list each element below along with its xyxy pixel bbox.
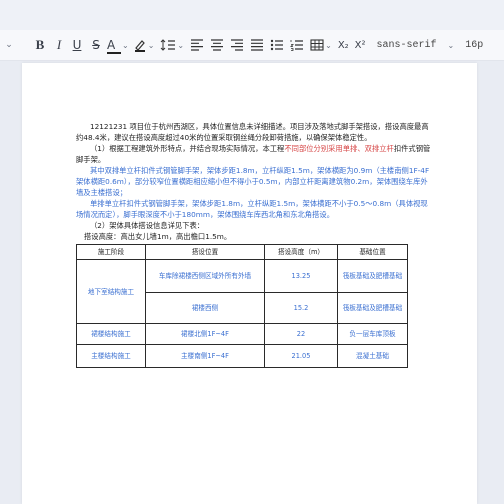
table-cell-stage: 地下室结构施工 (76, 259, 146, 324)
align-justify-button[interactable] (247, 34, 267, 56)
table-cell-base: 筏板基础及肥槽基础 (337, 292, 408, 324)
separator (18, 34, 30, 56)
chevron-down-icon: ⌄ (325, 40, 332, 50)
table-row: 主楼结构施工 主楼南侧1F~4F 21.05 混凝土基础 (76, 344, 408, 368)
italic-button[interactable]: I (50, 34, 68, 56)
scaffold-table: 施工阶段 搭设位置 搭设高度（m） 基础位置 地下室结构施工 车库除裙楼西侧区域… (76, 244, 408, 368)
table-header-row: 施工阶段 搭设位置 搭设高度（m） 基础位置 (76, 244, 408, 260)
table-cell-height: 15.2 (264, 292, 338, 324)
paragraph-height-note: 搭设高度：高出女儿墙1m，高出檐口1.5m。 (84, 232, 232, 241)
table-cell-stage: 主楼结构施工 (76, 344, 146, 368)
table-header-cell: 搭设高度（m） (264, 244, 338, 260)
font-color-icon: A (107, 38, 121, 54)
align-left-icon (191, 39, 204, 51)
align-center-icon (211, 39, 224, 51)
table-header-cell: 搭设位置 (145, 244, 265, 260)
chevron-down-icon: ⌄ (147, 40, 155, 50)
table-cell-height: 21.05 (264, 344, 338, 368)
table-cell-base: 负一层车库顶板 (337, 323, 408, 345)
underline-button[interactable]: U (68, 34, 86, 56)
table-row: 裙楼结构施工 裙楼北侧1F~4F 22 负一层车库顶板 (76, 323, 408, 345)
strikethrough-button[interactable]: S (86, 34, 106, 56)
table-cell-base: 混凝土基础 (337, 344, 408, 368)
paragraph-intro: 12121231 项目位于杭州西湖区，具体位置信息未详细描述。项目涉及落地式脚手… (76, 122, 429, 142)
align-center-button[interactable] (207, 34, 227, 56)
table-row: 地下室结构施工 车库除裙楼西侧区域外所有外墙 13.25 筏板基础及肥槽基础 (76, 259, 408, 324)
line-height-button[interactable]: ⌄ (157, 34, 187, 56)
table-cell-location: 车库除裙楼西侧区域外所有外墙 (145, 259, 265, 293)
align-left-button[interactable] (187, 34, 207, 56)
line-height-icon (161, 39, 176, 51)
table-cell-stage: 裙楼结构施工 (76, 323, 146, 345)
chevron-down-icon: ⌄ (122, 40, 129, 50)
table-button[interactable]: ⌄ (307, 34, 335, 56)
paragraph-table-intro: （2）架体具体搭设信息详见下表： (90, 221, 205, 230)
table-header-cell: 施工阶段 (76, 244, 146, 260)
numbered-list-icon (290, 40, 304, 51)
chevron-down-icon[interactable]: ⌄ (445, 34, 458, 56)
highlight-icon (134, 40, 145, 52)
font-color-button[interactable]: A ⌄ (106, 34, 130, 56)
align-right-button[interactable] (227, 34, 247, 56)
document-body[interactable]: 12121231 项目位于杭州西湖区，具体位置信息未详细描述。项目涉及落地式脚手… (76, 121, 431, 368)
align-right-icon (231, 39, 244, 51)
chevron-down-icon: ⌄ (177, 40, 185, 50)
paragraph-single-row: 单排单立杆扣件式钢管脚手架，架体步距1.8m，立杆纵距1.5m，架体横距不小于0… (76, 199, 428, 219)
table-cell-base: 筏板基础及肥槽基础 (337, 259, 408, 293)
align-justify-icon (251, 39, 264, 51)
highlight-button[interactable]: ⌄ (130, 34, 158, 56)
subscript-button[interactable]: X₂ (335, 34, 352, 56)
numbered-list-button[interactable] (287, 34, 307, 56)
table-cell-location: 裙楼北侧1F~4F (145, 323, 265, 345)
bullet-list-icon (270, 39, 284, 51)
paragraph-scaffold-type: （1）根据工程建筑外形特点，并结合现场实际情况，本工程不同部位分别采用单排、双排… (76, 143, 431, 165)
bold-button[interactable]: B (30, 34, 50, 56)
table-cell-location: 裙楼西侧 (145, 292, 265, 324)
chevron-down-icon[interactable]: ⌄ (0, 34, 18, 56)
text-run: （1）根据工程建筑外形特点，并结合现场实际情况，本工程 (90, 144, 285, 153)
document-page[interactable]: 12121231 项目位于杭州西湖区，具体位置信息未详细描述。项目涉及落地式脚手… (22, 63, 477, 504)
table-cell-height: 22 (264, 323, 338, 345)
font-family-select[interactable]: sans-serif (369, 34, 445, 56)
superscript-button[interactable]: X² (352, 34, 369, 56)
table-cell-height: 13.25 (264, 259, 338, 293)
table-icon (310, 39, 324, 51)
top-strip (0, 0, 504, 30)
table-cell-location: 主楼南侧1F~4F (145, 344, 265, 368)
paragraph-double-row: 其中双排单立杆扣件式钢管脚手架，架体步距1.8m，立杆纵距1.5m，架体横距为0… (76, 166, 430, 197)
table-header-cell: 基础位置 (337, 244, 408, 260)
highlighted-text: 不同部位分别采用单排、双排立杆 (284, 144, 394, 153)
formatting-toolbar: ⌄ B I U S A ⌄ ⌄ ⌄ ⌄ X₂ X² sans-serif ⌄ 1… (0, 30, 504, 61)
bullet-list-button[interactable] (267, 34, 287, 56)
font-size-select[interactable]: 16p (457, 34, 486, 56)
